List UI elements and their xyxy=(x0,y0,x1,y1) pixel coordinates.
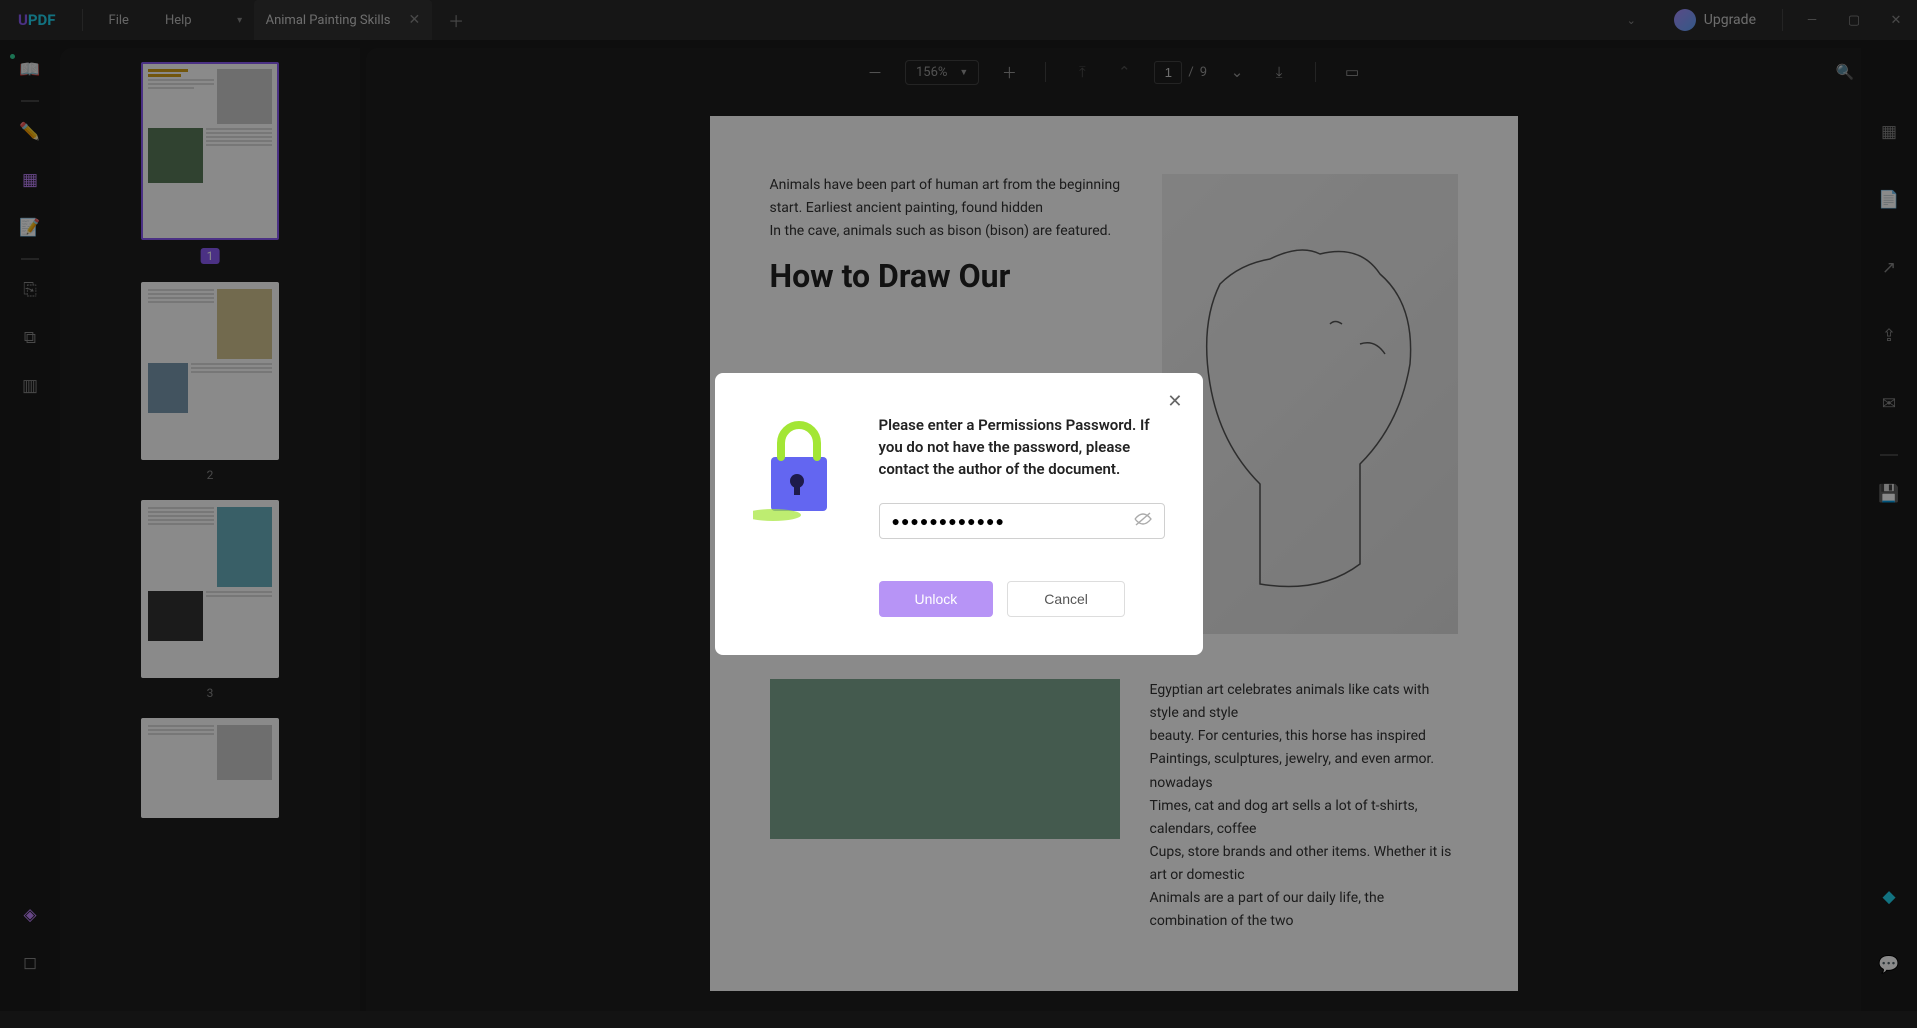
modal-overlay: ✕ Please enter a Permissions Password. I… xyxy=(0,0,1917,1028)
cancel-button[interactable]: Cancel xyxy=(1007,581,1125,617)
password-input[interactable] xyxy=(879,503,1165,539)
password-modal: ✕ Please enter a Permissions Password. I… xyxy=(715,373,1203,654)
close-icon[interactable]: ✕ xyxy=(1167,391,1182,412)
eye-hidden-icon[interactable] xyxy=(1133,511,1153,531)
unlock-button[interactable]: Unlock xyxy=(879,581,994,617)
modal-message: Please enter a Permissions Password. If … xyxy=(879,415,1165,480)
lock-illustration-icon xyxy=(753,415,843,525)
